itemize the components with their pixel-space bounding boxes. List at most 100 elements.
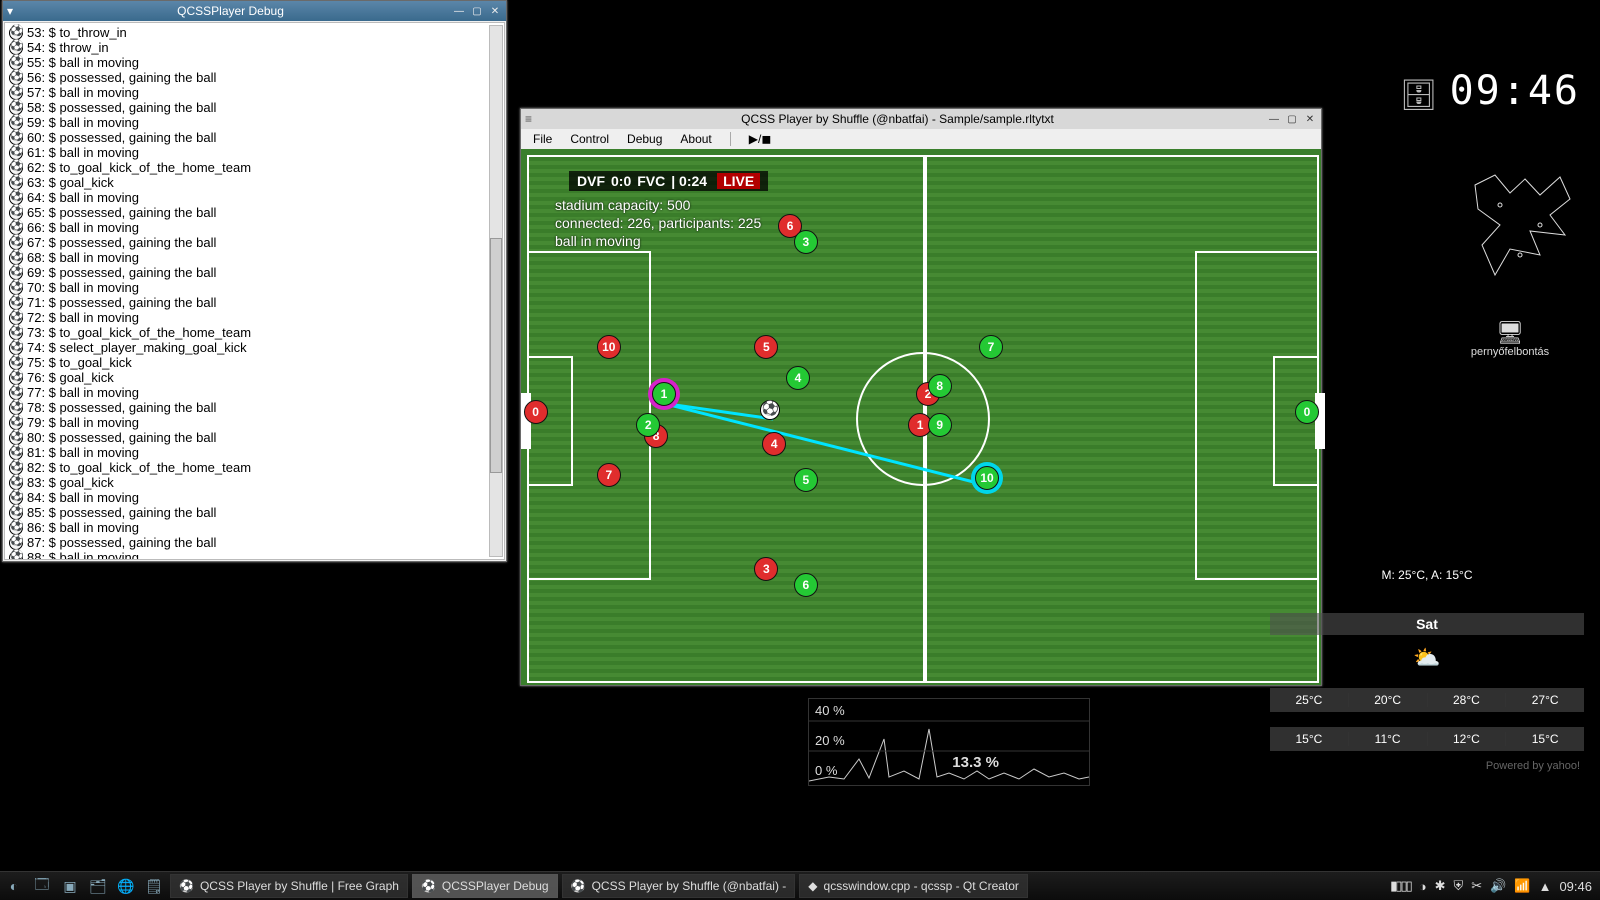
debug-log-row: 82: $ to_goal_kick_of_the_home_team bbox=[9, 460, 500, 475]
score: 0:0 bbox=[611, 173, 631, 189]
player-green-9[interactable]: 9 bbox=[928, 413, 952, 437]
player-green-0[interactable]: 0 bbox=[1295, 400, 1319, 424]
debug-log-text: 77: $ ball in moving bbox=[27, 385, 139, 400]
debug-log-row: 87: $ possessed, gaining the ball bbox=[9, 535, 500, 550]
debug-log-row: 85: $ possessed, gaining the ball bbox=[9, 505, 500, 520]
tray-clipboard-icon[interactable]: ✂ bbox=[1471, 878, 1482, 894]
temp-low-0: 15°C bbox=[1270, 732, 1349, 746]
scrollbar-thumb[interactable] bbox=[490, 238, 502, 473]
debug-log-row: 80: $ possessed, gaining the ball bbox=[9, 430, 500, 445]
debug-log-row: 76: $ goal_kick bbox=[9, 370, 500, 385]
debug-log-text: 75: $ to_goal_kick bbox=[27, 355, 132, 370]
taskbar-item[interactable]: ◆ qcsswindow.cpp - qcssp - Qt Creator bbox=[799, 874, 1028, 898]
task-label: qcsswindow.cpp - qcssp - Qt Creator bbox=[824, 879, 1019, 893]
soccer-ball-icon bbox=[9, 296, 23, 310]
tray-volume-icon[interactable]: 🔊 bbox=[1490, 878, 1506, 894]
player-green-6[interactable]: 6 bbox=[794, 573, 818, 597]
debug-log-text: 79: $ ball in moving bbox=[27, 415, 139, 430]
menu-control[interactable]: Control bbox=[562, 130, 617, 148]
system-monitor-icon[interactable]: 🗄 bbox=[1400, 78, 1438, 113]
minimize-button[interactable]: — bbox=[1267, 112, 1281, 126]
debug-log-row: 69: $ possessed, gaining the ball bbox=[9, 265, 500, 280]
player-red-7[interactable]: 7 bbox=[597, 463, 621, 487]
debug-log-row: 83: $ goal_kick bbox=[9, 475, 500, 490]
menu-file[interactable]: File bbox=[525, 130, 560, 148]
player-red-0[interactable]: 0 bbox=[524, 400, 548, 424]
maximize-button[interactable]: ▢ bbox=[1285, 112, 1299, 126]
taskbar-item[interactable]: ⚽QCSS Player by Shuffle | Free Graph bbox=[170, 874, 408, 898]
maximize-button[interactable]: ▢ bbox=[470, 4, 484, 18]
close-button[interactable]: ✕ bbox=[1303, 112, 1317, 126]
launcher-editor-icon[interactable]: 🗒 bbox=[143, 875, 165, 897]
debug-title: QCSSPlayer Debug bbox=[13, 4, 448, 18]
soccer-ball-icon bbox=[9, 446, 23, 460]
clock-widget: 09:46 bbox=[1440, 64, 1590, 118]
soccer-ball-icon bbox=[9, 251, 23, 265]
soccer-ball-icon bbox=[9, 116, 23, 130]
debug-log-text: 54: $ throw_in bbox=[27, 40, 109, 55]
player-red-5[interactable]: 5 bbox=[754, 335, 778, 359]
soccer-ball-icon bbox=[9, 101, 23, 115]
soccer-ball-icon bbox=[9, 86, 23, 100]
player-red-4[interactable]: 4 bbox=[762, 432, 786, 456]
window-menu-icon[interactable]: ≡ bbox=[525, 112, 532, 126]
play-stop-button[interactable]: ▶/◼ bbox=[741, 130, 780, 148]
weather-sun-icon: ⛅ bbox=[1270, 645, 1584, 671]
pager-icon[interactable]: ▮▯▯▯ bbox=[1390, 878, 1411, 894]
debug-log-row: 79: $ ball in moving bbox=[9, 415, 500, 430]
debug-log-text: 74: $ select_player_making_goal_kick bbox=[27, 340, 247, 355]
taskbar-item[interactable]: ⚽QCSS Player by Shuffle (@nbatfai) - bbox=[562, 874, 796, 898]
player-green-10[interactable]: 10 bbox=[975, 466, 999, 490]
close-button[interactable]: ✕ bbox=[488, 4, 502, 18]
player-green-7[interactable]: 7 bbox=[979, 335, 1003, 359]
menu-about[interactable]: About bbox=[672, 130, 719, 148]
player-green-1[interactable]: 1 bbox=[652, 382, 676, 406]
weather-low-row: 15°C11°C12°C15°C bbox=[1270, 727, 1584, 751]
player-window[interactable]: ≡ QCSS Player by Shuffle (@nbatfai) - Sa… bbox=[520, 108, 1322, 686]
debug-log-text: 81: $ ball in moving bbox=[27, 445, 139, 460]
debug-window[interactable]: ▾ QCSSPlayer Debug — ▢ ✕ 53: $ to_throw_… bbox=[2, 0, 507, 562]
soccer-ball-icon bbox=[9, 236, 23, 250]
debug-scrollbar[interactable] bbox=[489, 25, 503, 557]
debug-titlebar[interactable]: ▾ QCSSPlayer Debug — ▢ ✕ bbox=[3, 1, 506, 21]
launcher-files-icon[interactable]: 🗂 bbox=[87, 875, 109, 897]
player-red-10[interactable]: 10 bbox=[597, 335, 621, 359]
desktop-icon-resolution[interactable]: 🖥 pernyőfelbontás bbox=[1460, 320, 1560, 358]
menu-separator bbox=[730, 132, 731, 146]
player-menubar: File Control Debug About ▶/◼ bbox=[521, 129, 1321, 149]
tray-shield-icon[interactable]: ⛨ bbox=[1454, 878, 1464, 894]
system-tray: ▮▯▯▯ ◑ ✱ ⛨ ✂ 🔊 📶 ▲ 09:46 bbox=[1382, 878, 1600, 894]
start-button[interactable]: ◐ bbox=[3, 875, 25, 897]
player-green-8[interactable]: 8 bbox=[928, 374, 952, 398]
minimize-button[interactable]: — bbox=[452, 4, 466, 18]
taskbar-item[interactable]: ⚽QCSSPlayer Debug bbox=[412, 874, 558, 898]
debug-log-row: 63: $ goal_kick bbox=[9, 175, 500, 190]
debug-log-row: 86: $ ball in moving bbox=[9, 520, 500, 535]
tray-network-icon[interactable]: 📶 bbox=[1514, 878, 1530, 894]
ball[interactable] bbox=[760, 400, 780, 420]
debug-log-text: 53: $ to_throw_in bbox=[27, 25, 127, 40]
player-titlebar[interactable]: ≡ QCSS Player by Shuffle (@nbatfai) - Sa… bbox=[521, 109, 1321, 129]
menu-debug[interactable]: Debug bbox=[619, 130, 670, 148]
tray-moon-icon[interactable]: ◑ bbox=[1419, 879, 1427, 894]
debug-log-text: 84: $ ball in moving bbox=[27, 490, 139, 505]
launcher-desktop-icon[interactable]: 🗔 bbox=[31, 875, 53, 897]
task-icon: ◆ bbox=[808, 879, 817, 893]
launcher-browser-icon[interactable]: 🌐 bbox=[115, 875, 137, 897]
debug-log-list[interactable]: 53: $ to_throw_in 54: $ throw_in 55: $ b… bbox=[4, 22, 505, 560]
tray-bluetooth-icon[interactable]: ✱ bbox=[1435, 878, 1446, 894]
player-green-3[interactable]: 3 bbox=[794, 230, 818, 254]
player-title: QCSS Player by Shuffle (@nbatfai) - Samp… bbox=[532, 112, 1263, 126]
tray-clock[interactable]: 09:46 bbox=[1559, 879, 1592, 894]
soccer-ball-icon bbox=[9, 356, 23, 370]
launcher-terminal-icon[interactable]: ▣ bbox=[59, 875, 81, 897]
player-green-4[interactable]: 4 bbox=[786, 366, 810, 390]
soccer-ball-icon bbox=[9, 431, 23, 445]
debug-log-row: 53: $ to_throw_in bbox=[9, 25, 500, 40]
player-green-5[interactable]: 5 bbox=[794, 468, 818, 492]
taskbar[interactable]: ◐ 🗔 ▣ 🗂 🌐 🗒 ⚽QCSS Player by Shuffle | Fr… bbox=[0, 871, 1600, 900]
soccer-ball-icon bbox=[9, 491, 23, 505]
pitch[interactable]: DVF 0:0 FVC | 0:24 LIVE stadium capacity… bbox=[527, 155, 1319, 683]
away-abbr: FVC bbox=[637, 173, 665, 189]
tray-notify-icon[interactable]: ▲ bbox=[1539, 879, 1552, 894]
